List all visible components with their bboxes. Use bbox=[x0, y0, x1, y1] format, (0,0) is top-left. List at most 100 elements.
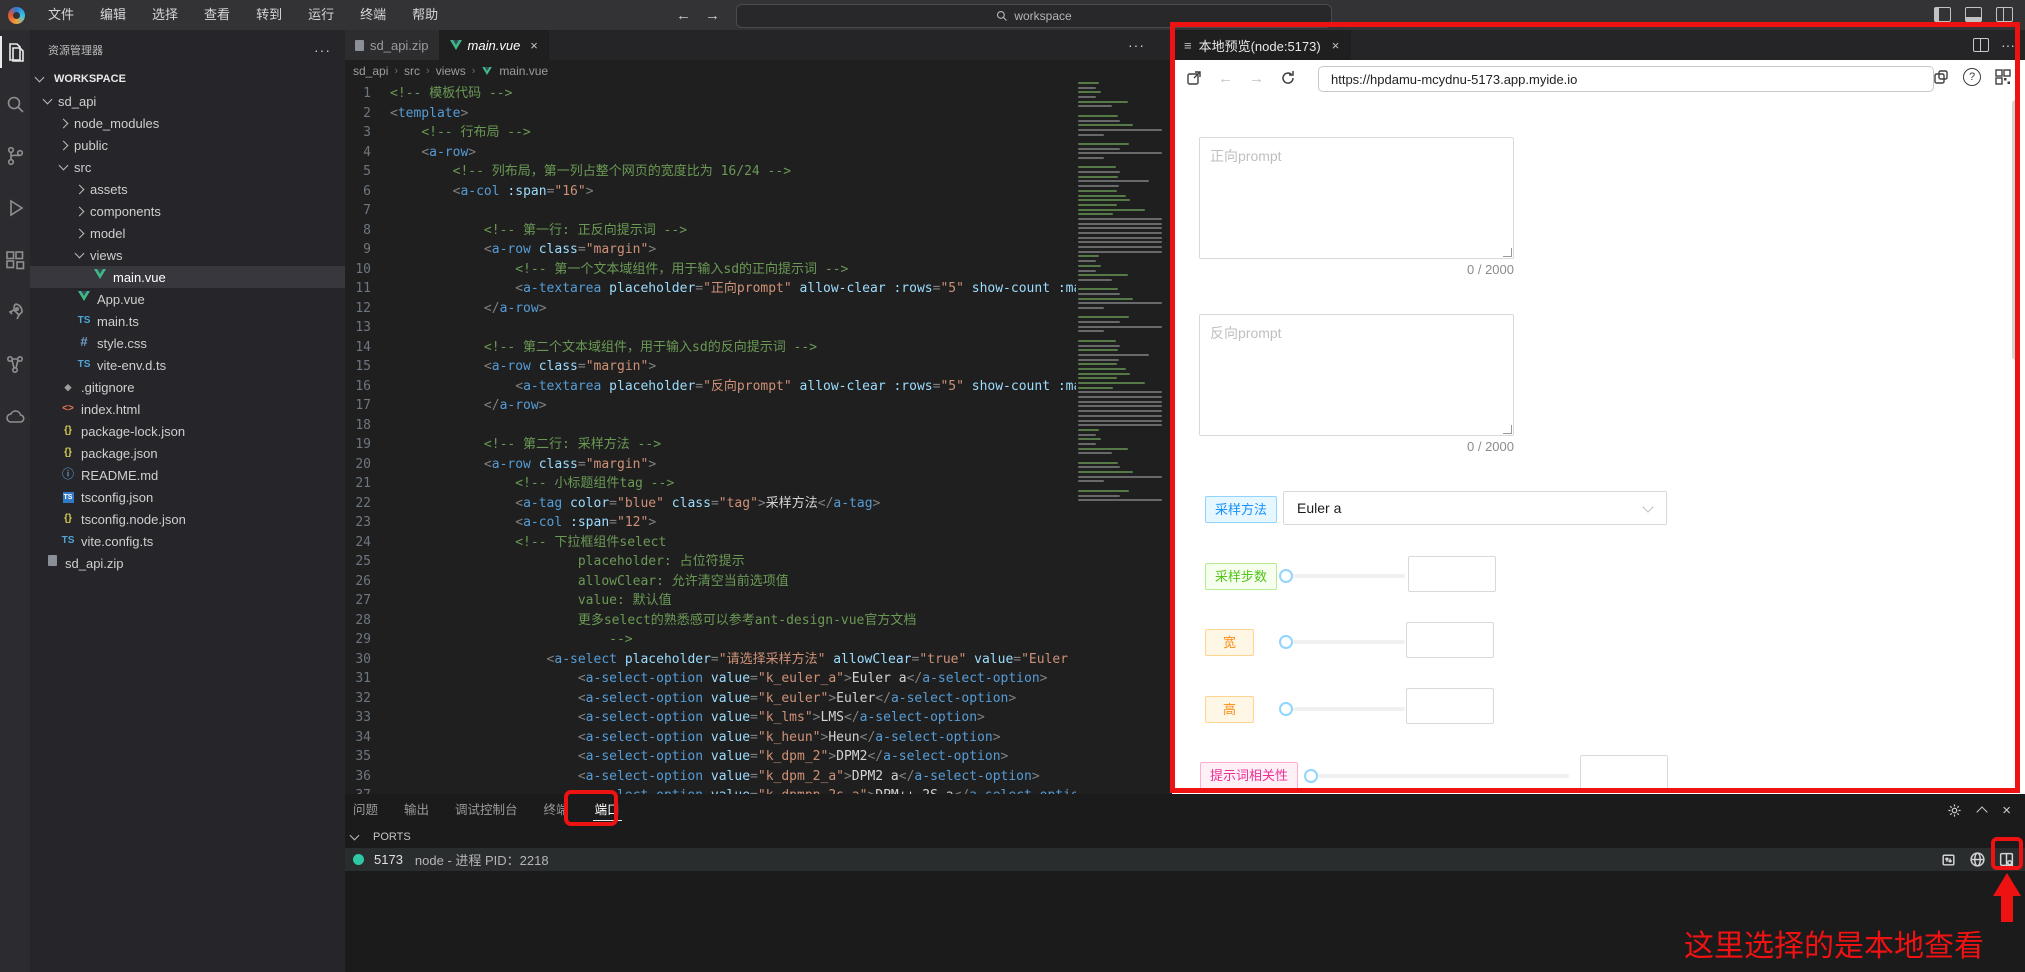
positive-prompt-textarea[interactable] bbox=[1199, 137, 1514, 259]
tree-item-src[interactable]: src bbox=[30, 156, 345, 178]
tree-item-public[interactable]: public bbox=[30, 134, 345, 156]
forward-port-icon[interactable] bbox=[1940, 851, 1957, 868]
activity-search-icon[interactable] bbox=[0, 82, 30, 126]
negative-prompt-textarea[interactable] bbox=[1199, 314, 1514, 436]
panel-tab-终端[interactable]: 终端 bbox=[542, 795, 571, 825]
preview-in-editor-icon[interactable] bbox=[1998, 851, 2015, 868]
activity-extensions-icon[interactable] bbox=[0, 238, 30, 282]
qr-code-icon[interactable] bbox=[1995, 69, 2011, 85]
customize-layout-icon[interactable] bbox=[1996, 7, 2013, 22]
ports-section-header[interactable]: PORTS bbox=[345, 826, 2025, 848]
tree-item-node_modules[interactable]: node_modules bbox=[30, 112, 345, 134]
menu-item-帮助[interactable]: 帮助 bbox=[399, 0, 451, 30]
activity-explorer-icon[interactable] bbox=[0, 30, 30, 74]
value-input[interactable] bbox=[1406, 688, 1494, 724]
tree-item-sd_api[interactable]: sd_api bbox=[30, 90, 345, 112]
tree-item-package.json[interactable]: {}package.json bbox=[30, 442, 345, 464]
sampler-select[interactable]: Euler a bbox=[1283, 491, 1667, 525]
menu-item-查看[interactable]: 查看 bbox=[191, 0, 243, 30]
page-scrollbar[interactable] bbox=[2012, 100, 2019, 360]
slider-rail[interactable] bbox=[1293, 574, 1405, 578]
split-editor-icon[interactable] bbox=[1973, 38, 1989, 52]
tree-item-vite-env.d.ts[interactable]: TSvite-env.d.ts bbox=[30, 354, 345, 376]
slider-rail[interactable] bbox=[1293, 640, 1405, 644]
tree-item-style.css[interactable]: #style.css bbox=[30, 332, 345, 354]
slider-rail[interactable] bbox=[1318, 774, 1569, 778]
editor-tab-main.vue[interactable]: main.vue× bbox=[440, 30, 549, 60]
breadcrumb-item[interactable]: sd_api bbox=[353, 64, 388, 78]
gear-icon[interactable] bbox=[1947, 803, 1962, 818]
open-external-icon[interactable] bbox=[1186, 70, 1202, 86]
open-in-browser-globe-icon[interactable] bbox=[1969, 851, 1986, 868]
maximize-panel-icon[interactable] bbox=[1977, 806, 1988, 817]
panel-tab-问题[interactable]: 问题 bbox=[351, 795, 380, 825]
preview-back-icon[interactable]: ← bbox=[1218, 70, 1233, 87]
port-row[interactable]: 5173 node - 进程 PID：2218 bbox=[345, 848, 2025, 871]
history-back-button[interactable]: ← bbox=[676, 7, 691, 24]
workspace-section[interactable]: WORKSPACE bbox=[30, 68, 345, 90]
minimap[interactable] bbox=[1078, 82, 1168, 512]
tree-item-components[interactable]: components bbox=[30, 200, 345, 222]
tree-item-package-lock.json[interactable]: {}package-lock.json bbox=[30, 420, 345, 442]
value-input[interactable] bbox=[1406, 622, 1494, 658]
command-center-search[interactable]: workspace bbox=[736, 4, 1332, 28]
open-in-window-icon[interactable] bbox=[1933, 69, 1949, 85]
tree-item-main.vue[interactable]: main.vue bbox=[30, 266, 345, 288]
tree-item-index.html[interactable]: <>index.html bbox=[30, 398, 345, 420]
tree-item-assets[interactable]: assets bbox=[30, 178, 345, 200]
close-panel-icon[interactable]: × bbox=[2002, 802, 2011, 819]
code-line: 6 <a-col :span="16"> bbox=[345, 182, 1076, 202]
history-forward-button[interactable]: → bbox=[705, 7, 720, 24]
breadcrumb-item[interactable]: views bbox=[436, 64, 466, 78]
code-editor[interactable]: 1<!-- 模板代码 -->2<template>3 <!-- 行布局 -->4… bbox=[345, 84, 1076, 794]
slider-handle[interactable] bbox=[1279, 635, 1293, 649]
value-input[interactable] bbox=[1408, 556, 1496, 592]
preview-forward-icon[interactable]: → bbox=[1249, 70, 1264, 87]
panel-tab-端口[interactable]: 端口 bbox=[593, 795, 622, 825]
menu-item-运行[interactable]: 运行 bbox=[295, 0, 347, 30]
minimap-line bbox=[1078, 457, 1168, 459]
close-icon[interactable]: × bbox=[530, 38, 538, 53]
preview-tab[interactable]: ≡ 本地预览(node:5173) × bbox=[1172, 30, 1351, 60]
activity-run-debug-icon[interactable] bbox=[0, 186, 30, 230]
toggle-sidebar-icon[interactable] bbox=[1934, 7, 1951, 22]
menu-item-终端[interactable]: 终端 bbox=[347, 0, 399, 30]
tree-item-App.vue[interactable]: App.vue bbox=[30, 288, 345, 310]
tree-item-README.md[interactable]: ⓘREADME.md bbox=[30, 464, 345, 486]
activity-cloud-icon[interactable] bbox=[0, 394, 30, 438]
slider-handle[interactable] bbox=[1279, 702, 1293, 716]
activity-remote-rocket-icon[interactable] bbox=[0, 290, 30, 334]
panel-tab-输出[interactable]: 输出 bbox=[402, 795, 431, 825]
preview-more-icon[interactable]: ··· bbox=[2001, 37, 2015, 53]
code-line: 25 placeholder: 占位符提示 bbox=[345, 552, 1076, 572]
tree-item-.gitignore[interactable]: ◆.gitignore bbox=[30, 376, 345, 398]
slider-rail[interactable] bbox=[1293, 707, 1405, 711]
tree-item-tsconfig.json[interactable]: TStsconfig.json bbox=[30, 486, 345, 508]
menu-item-选择[interactable]: 选择 bbox=[139, 0, 191, 30]
menu-item-文件[interactable]: 文件 bbox=[35, 0, 87, 30]
tree-item-views[interactable]: views bbox=[30, 244, 345, 266]
tree-item-vite.config.ts[interactable]: TSvite.config.ts bbox=[30, 530, 345, 552]
slider-handle[interactable] bbox=[1279, 569, 1293, 583]
breadcrumb[interactable]: sd_api›src›views›main.vue bbox=[345, 60, 1180, 82]
activity-references-network-icon[interactable] bbox=[0, 342, 30, 386]
panel-tab-调试控制台[interactable]: 调试控制台 bbox=[453, 795, 520, 825]
tree-item-main.ts[interactable]: TSmain.ts bbox=[30, 310, 345, 332]
value-input[interactable] bbox=[1580, 755, 1668, 791]
close-icon[interactable]: × bbox=[1332, 38, 1340, 53]
reload-icon[interactable] bbox=[1280, 70, 1296, 86]
editor-tab-sd_api.zip[interactable]: sd_api.zip bbox=[345, 30, 440, 60]
breadcrumb-item[interactable]: src bbox=[404, 64, 420, 78]
menu-item-编辑[interactable]: 编辑 bbox=[87, 0, 139, 30]
toggle-panel-icon[interactable] bbox=[1965, 7, 1982, 22]
url-input[interactable]: https://hpdamu-mcydnu-5173.app.myide.io bbox=[1318, 66, 1934, 92]
slider-handle[interactable] bbox=[1304, 769, 1318, 783]
activity-source-control-icon[interactable] bbox=[0, 134, 30, 178]
breadcrumb-item[interactable]: main.vue bbox=[499, 64, 548, 78]
menu-item-转到[interactable]: 转到 bbox=[243, 0, 295, 30]
tree-item-sd_api.zip[interactable]: sd_api.zip bbox=[30, 552, 345, 574]
explorer-more-icon[interactable]: ··· bbox=[314, 42, 331, 58]
tree-item-model[interactable]: model bbox=[30, 222, 345, 244]
help-icon[interactable]: ? bbox=[1963, 68, 1981, 86]
tree-item-tsconfig.node.json[interactable]: {}tsconfig.node.json bbox=[30, 508, 345, 530]
